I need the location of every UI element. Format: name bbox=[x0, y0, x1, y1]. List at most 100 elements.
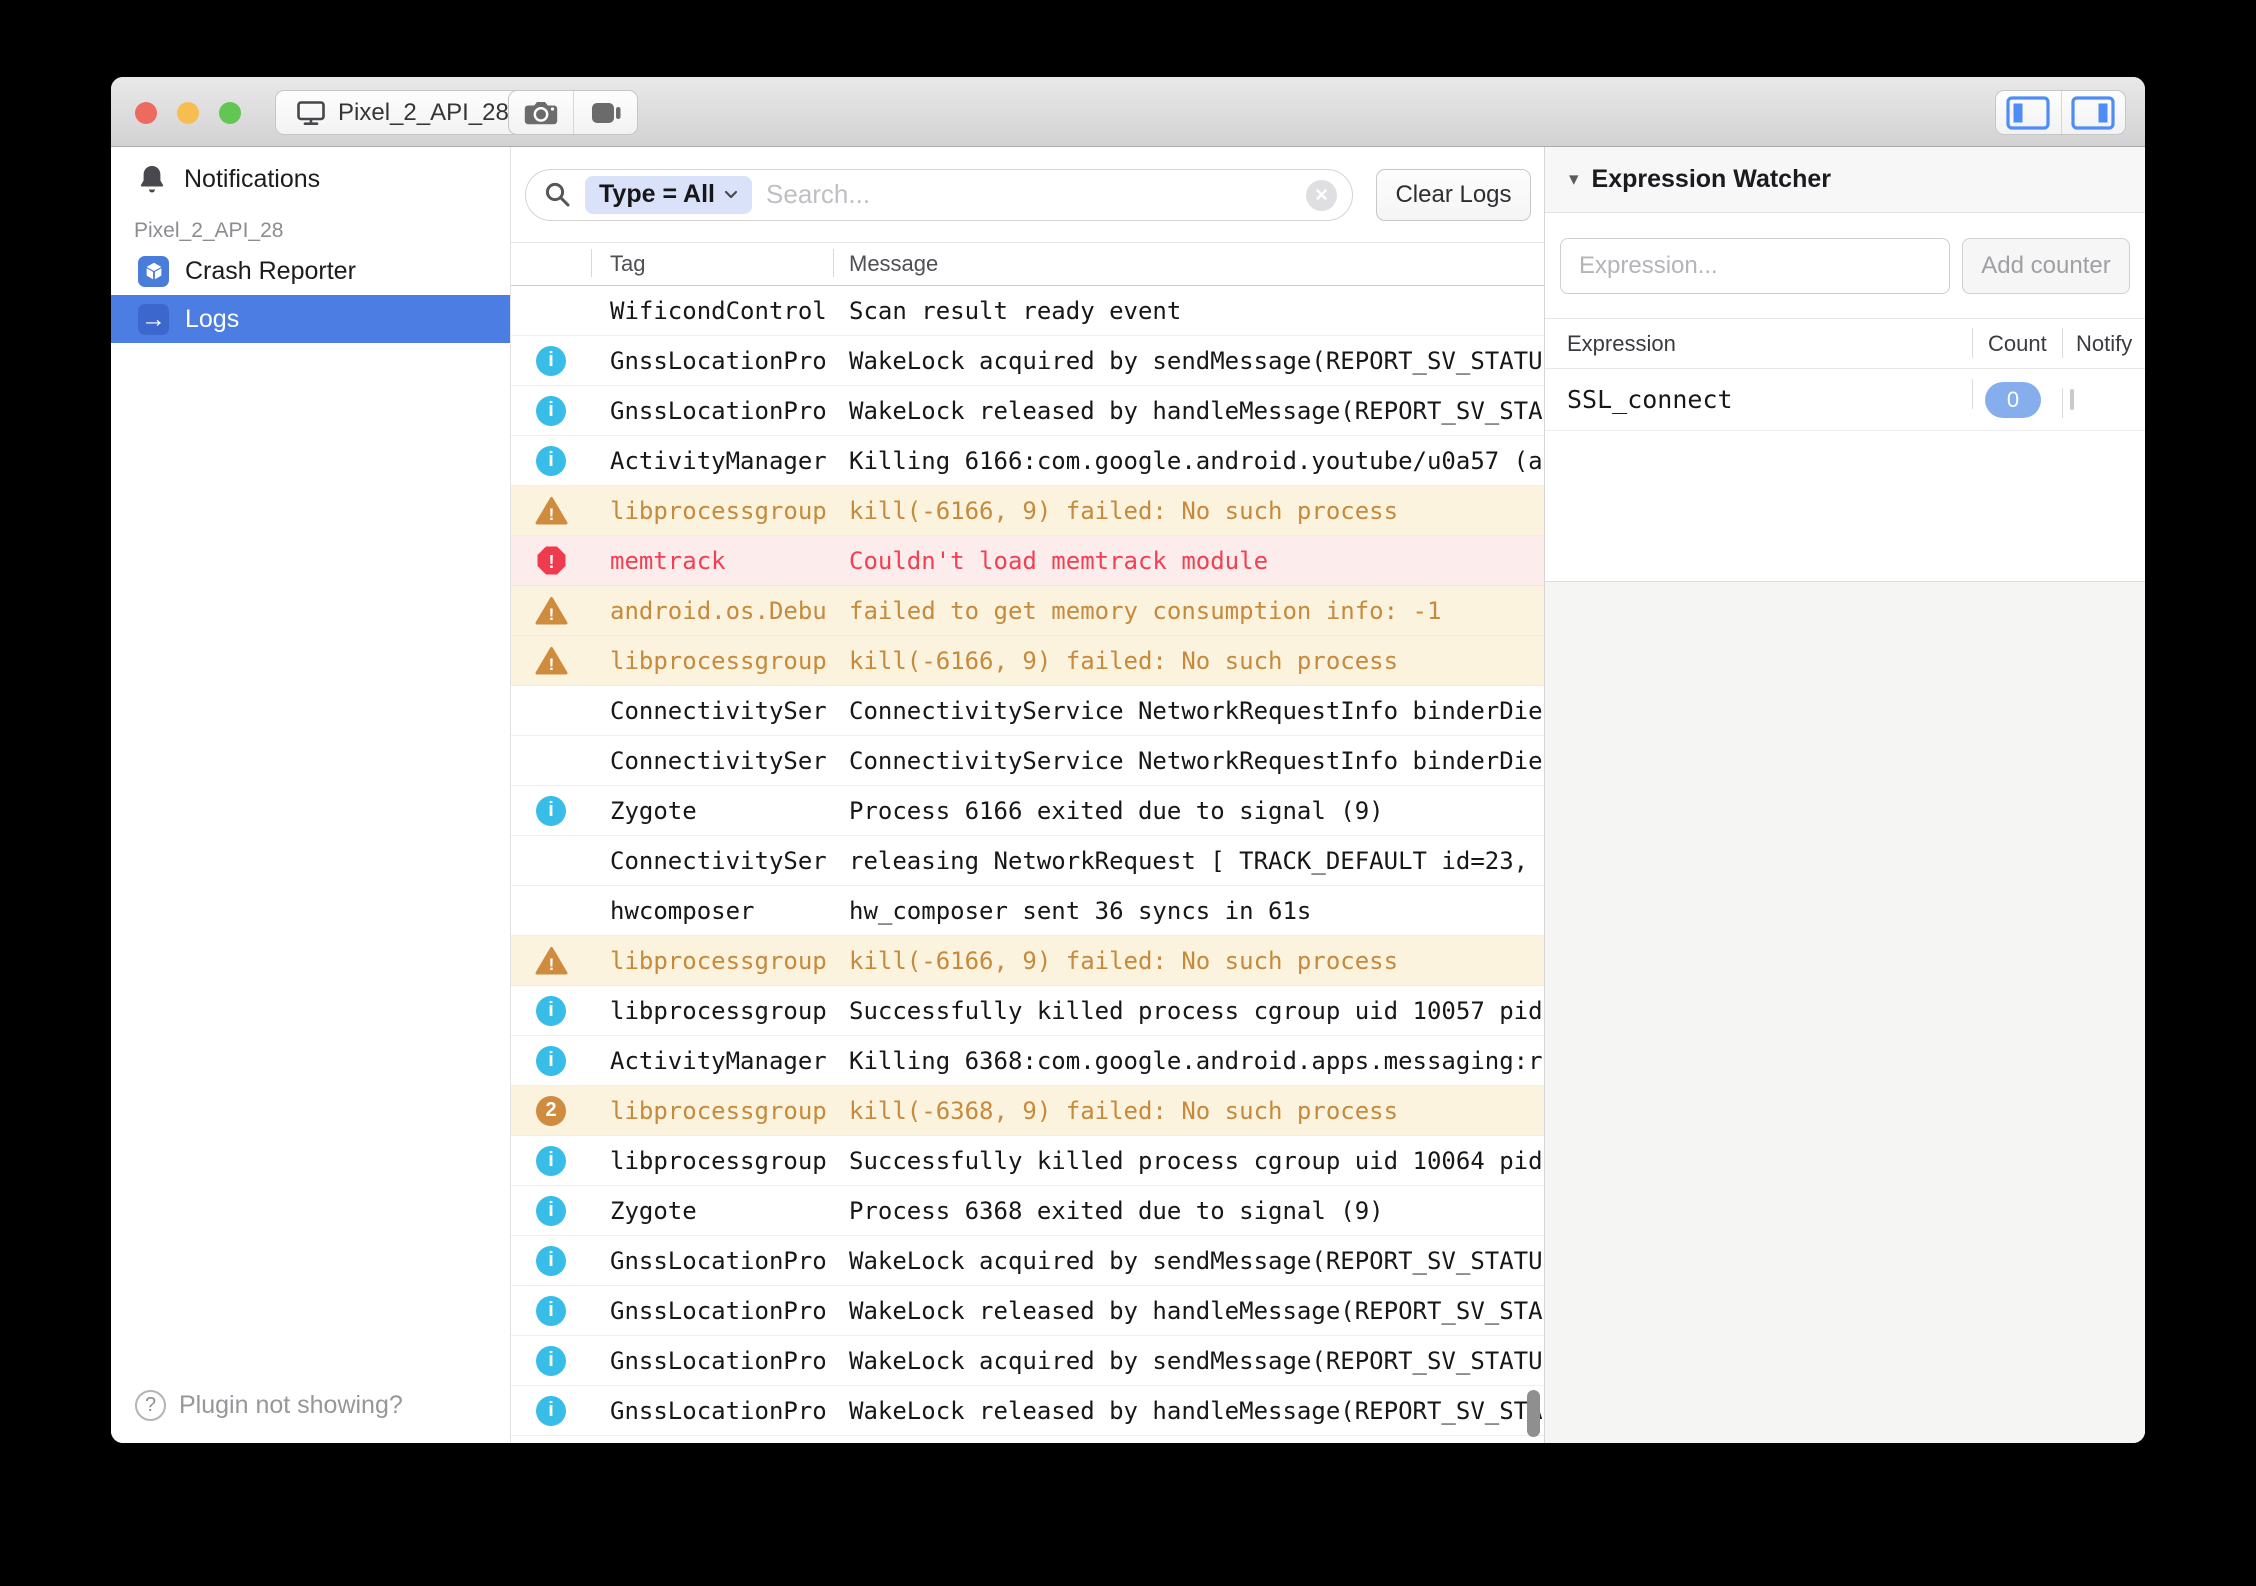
log-row[interactable]: i ! ! GnssLocationPro WakeLock released … bbox=[511, 1386, 1544, 1436]
log-row[interactable]: ! ! WificondControl Scan result ready ev… bbox=[511, 286, 1544, 336]
log-row[interactable]: i ! ! GnssLocationPro WakeLock acquired … bbox=[511, 336, 1544, 386]
log-message: Successfully killed process cgroup uid 1… bbox=[833, 1147, 1544, 1175]
device-selector-button[interactable]: Pixel_2_API_28 bbox=[275, 90, 530, 135]
log-message: failed to get memory consumption info: -… bbox=[833, 597, 1544, 625]
column-header-expression: Expression bbox=[1545, 331, 1972, 357]
toggle-left-sidebar-button[interactable] bbox=[1996, 91, 2061, 134]
search-icon bbox=[544, 181, 571, 208]
expression-watcher-header[interactable]: ▾ Expression Watcher bbox=[1545, 147, 2145, 213]
record-video-button[interactable] bbox=[573, 91, 637, 134]
log-row[interactable]: i ! ! GnssLocationPro WakeLock released … bbox=[511, 1286, 1544, 1336]
log-row[interactable]: i ! ! libprocessgroup Successfully kille… bbox=[511, 986, 1544, 1036]
log-row[interactable]: ! ! libprocessgroup kill(-6166, 9) faile… bbox=[511, 636, 1544, 686]
panel-toggle-group bbox=[1995, 90, 2126, 135]
screenshot-button[interactable] bbox=[509, 91, 573, 134]
log-tag: libprocessgroup bbox=[591, 1147, 833, 1175]
log-message: Successfully killed process cgroup uid 1… bbox=[833, 997, 1544, 1025]
log-tag: memtrack bbox=[591, 547, 833, 575]
chevron-down-icon bbox=[724, 190, 738, 199]
close-window-button[interactable] bbox=[135, 102, 157, 124]
log-row[interactable]: i ! ! ActivityManager Killing 6368:com.g… bbox=[511, 1036, 1544, 1086]
panel-background bbox=[1545, 581, 2145, 1443]
clear-logs-button[interactable]: Clear Logs bbox=[1376, 169, 1531, 221]
device-selector-label: Pixel_2_API_28 bbox=[338, 99, 509, 127]
log-tag: WificondControl bbox=[591, 297, 833, 325]
log-tag: android.os.Debu bbox=[591, 597, 833, 625]
log-row[interactable]: ! ! 2 libprocessgroup kill(-6368, 9) fai… bbox=[511, 1086, 1544, 1136]
flipper-window: Pixel_2_API_28 bbox=[111, 77, 2145, 1443]
log-row[interactable]: i ! ! Zygote Process 6166 exited due to … bbox=[511, 786, 1544, 836]
column-header-tag[interactable]: Tag bbox=[591, 251, 833, 277]
log-row[interactable]: i ! ! GnssLocationPro WakeLock acquired … bbox=[511, 1336, 1544, 1386]
log-table-body: ! ! WificondControl Scan result ready ev… bbox=[511, 286, 1544, 1443]
log-tag: Zygote bbox=[591, 1197, 833, 1225]
device-section-label: Pixel_2_API_28 bbox=[134, 219, 510, 243]
search-input[interactable] bbox=[766, 179, 1296, 210]
filter-chip-type[interactable]: Type = All bbox=[585, 176, 752, 214]
log-message: releasing NetworkRequest [ TRACK_DEFAULT… bbox=[833, 847, 1544, 875]
log-row[interactable]: i ! ! GnssLocationPro WakeLock released … bbox=[511, 386, 1544, 436]
log-row[interactable]: ! ! ConnectivitySer ConnectivityService … bbox=[511, 686, 1544, 736]
log-row[interactable]: i ! ! GnssLocationPro WakeLock acquired … bbox=[511, 1236, 1544, 1286]
info-icon: i bbox=[536, 1396, 566, 1426]
add-counter-button[interactable]: Add counter bbox=[1962, 238, 2130, 294]
toggle-right-sidebar-button[interactable] bbox=[2061, 91, 2126, 134]
info-icon: i bbox=[536, 1046, 566, 1076]
sidebar-item-label: Logs bbox=[185, 305, 239, 334]
expression-watcher-title: Expression Watcher bbox=[1592, 165, 1831, 194]
clear-search-icon[interactable]: × bbox=[1306, 180, 1337, 211]
log-message: WakeLock released by handleMessage(REPOR… bbox=[833, 1297, 1544, 1325]
log-tag: libprocessgroup bbox=[591, 497, 833, 525]
log-message: Couldn't load memtrack module bbox=[833, 547, 1544, 575]
log-row[interactable]: ! ! memtrack Couldn't load memtrack modu… bbox=[511, 536, 1544, 586]
log-tag: ActivityManager bbox=[591, 1047, 833, 1075]
search-bar[interactable]: Type = All × bbox=[525, 169, 1353, 221]
info-icon: i bbox=[536, 396, 566, 426]
log-row[interactable]: ! ! libprocessgroup kill(-6166, 9) faile… bbox=[511, 486, 1544, 536]
bell-icon bbox=[138, 164, 166, 194]
sidebar-item-notifications[interactable]: Notifications bbox=[111, 155, 510, 203]
log-row[interactable]: i ! ! ActivityManager Killing 6166:com.g… bbox=[511, 436, 1544, 486]
zoom-window-button[interactable] bbox=[219, 102, 241, 124]
info-icon: i bbox=[536, 1146, 566, 1176]
log-message: WakeLock released by handleMessage(REPOR… bbox=[833, 1397, 1544, 1425]
expression-input[interactable] bbox=[1560, 238, 1950, 294]
log-tag: libprocessgroup bbox=[591, 1097, 833, 1125]
warning-icon: ! bbox=[535, 946, 568, 976]
log-row[interactable]: ! ! ConnectivitySer ConnectivityService … bbox=[511, 736, 1544, 786]
log-message: WakeLock acquired by sendMessage(REPORT_… bbox=[833, 1247, 1544, 1275]
log-tag: ConnectivitySer bbox=[591, 697, 833, 725]
log-row[interactable]: ! ! libprocessgroup kill(-6166, 9) faile… bbox=[511, 936, 1544, 986]
caret-down-icon: ▾ bbox=[1569, 168, 1579, 191]
log-message: Process 6368 exited due to signal (9) bbox=[833, 1197, 1544, 1225]
info-icon: i bbox=[536, 1196, 566, 1226]
log-row[interactable]: i ! ! Zygote Process 6368 exited due to … bbox=[511, 1186, 1544, 1236]
warning-icon: ! bbox=[535, 496, 568, 526]
watcher-table-header: Expression Count Notify bbox=[1545, 319, 2145, 369]
log-row[interactable]: i ! ! libprocessgroup Successfully kille… bbox=[511, 1136, 1544, 1186]
svg-text:!: ! bbox=[548, 655, 554, 674]
info-icon: i bbox=[536, 1246, 566, 1276]
log-message: Process 6166 exited due to signal (9) bbox=[833, 797, 1544, 825]
log-tag: libprocessgroup bbox=[591, 647, 833, 675]
video-camera-icon bbox=[589, 100, 623, 126]
log-tag: ActivityManager bbox=[591, 447, 833, 475]
question-icon: ? bbox=[135, 1390, 166, 1421]
titlebar: Pixel_2_API_28 bbox=[111, 77, 2145, 147]
right-panel-icon bbox=[2070, 95, 2116, 131]
log-row[interactable]: ! ! hwcomposer hw_composer sent 36 syncs… bbox=[511, 886, 1544, 936]
log-row[interactable]: ! ! android.os.Debu failed to get memory… bbox=[511, 586, 1544, 636]
sidebar-item-crash-reporter[interactable]: Crash Reporter bbox=[111, 247, 510, 295]
log-tag: GnssLocationPro bbox=[591, 1247, 833, 1275]
watcher-empty-area bbox=[1545, 431, 2145, 581]
plugin-help-link[interactable]: ? Plugin not showing? bbox=[135, 1390, 403, 1421]
left-panel-icon bbox=[2005, 95, 2051, 131]
log-row[interactable]: ! ! ConnectivitySer releasing NetworkReq… bbox=[511, 836, 1544, 886]
column-header-message[interactable]: Message bbox=[833, 251, 1544, 277]
info-icon: i bbox=[536, 996, 566, 1026]
vertical-scrollbar[interactable] bbox=[1527, 1390, 1540, 1437]
minimize-window-button[interactable] bbox=[177, 102, 199, 124]
notify-checkbox[interactable] bbox=[2070, 389, 2074, 410]
plugin-help-label: Plugin not showing? bbox=[179, 1391, 403, 1420]
sidebar-item-logs[interactable]: → Logs bbox=[111, 295, 510, 343]
